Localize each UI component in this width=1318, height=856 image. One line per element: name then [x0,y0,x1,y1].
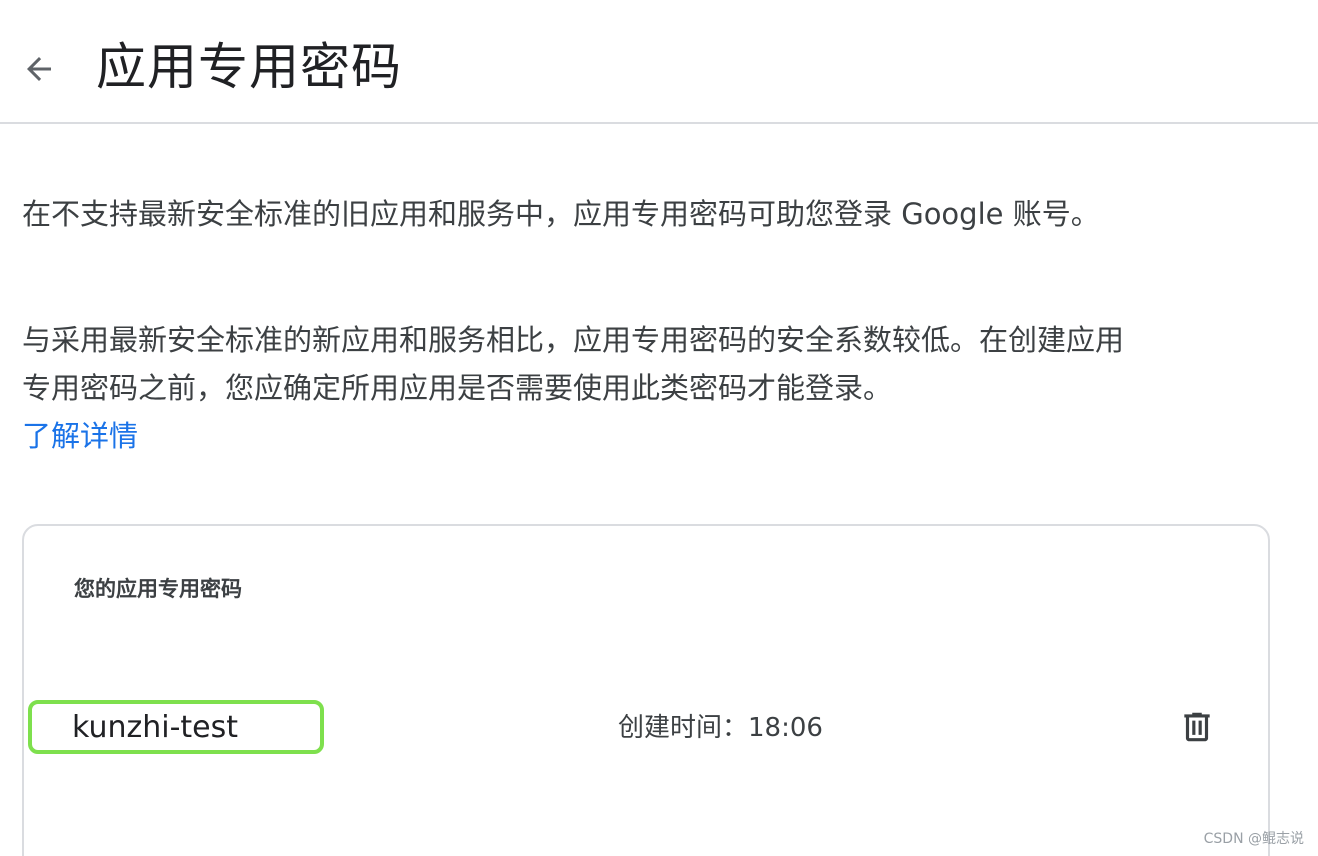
intro-paragraph-1: 在不支持最新安全标准的旧应用和服务中，应用专用密码可助您登录 Google 账号… [22,197,1100,231]
page-header: 应用专用密码 [0,0,1318,124]
app-passwords-card: 您的应用专用密码 kunzhi-test 创建时间：18:06 [22,524,1270,856]
back-button[interactable] [14,44,64,94]
intro-paragraph-2: 与采用最新安全标准的新应用和服务相比，应用专用密码的安全系数较低。在创建应用专用… [22,316,1132,460]
intro-paragraph-2-text: 与采用最新安全标准的新应用和服务相比，应用专用密码的安全系数较低。在创建应用专用… [22,323,1125,405]
trash-icon [1184,712,1210,742]
arrow-back-icon [27,57,51,81]
page-title: 应用专用密码 [96,38,402,96]
password-name: kunzhi-test [72,710,239,745]
learn-more-link[interactable]: 了解详情 [22,419,138,453]
app-passwords-page: 应用专用密码 在不支持最新安全标准的旧应用和服务中，应用专用密码可助您登录 Go… [0,0,1318,856]
delete-password-button[interactable] [1174,704,1220,750]
password-created-time: 创建时间：18:06 [618,713,823,743]
card-title: 您的应用专用密码 [74,577,242,601]
password-row: kunzhi-test 创建时间：18:06 [24,676,1272,776]
watermark: CSDN @鲲志说 [1203,831,1304,847]
